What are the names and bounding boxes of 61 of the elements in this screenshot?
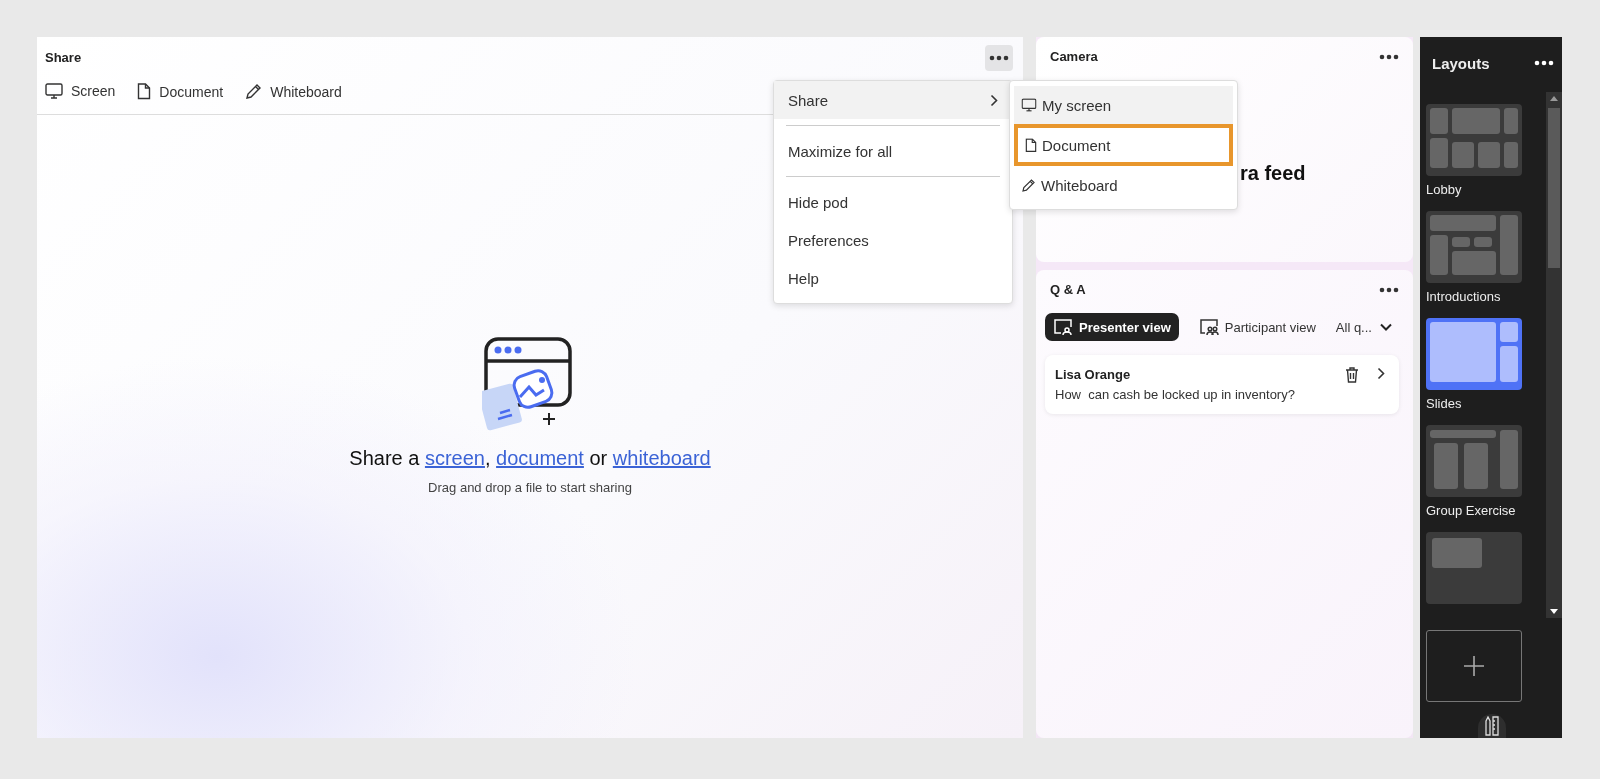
share-hint: Drag and drop a file to start sharing [428, 480, 632, 495]
share-link[interactable]: whiteboard [612, 447, 711, 469]
scroll-thumb[interactable] [1548, 108, 1560, 268]
scroll-up-icon[interactable] [1550, 96, 1558, 101]
more-icon[interactable] [1379, 286, 1399, 293]
pod-title: Share [45, 49, 82, 65]
plus-icon [1464, 656, 1484, 676]
trash-icon[interactable] [1345, 367, 1359, 383]
panel-title: Layouts [1432, 54, 1490, 72]
scrollbar[interactable] [1546, 92, 1562, 618]
layout-thumbnail[interactable] [1426, 318, 1522, 390]
layout-label: Group Exercise [1426, 503, 1517, 518]
menu-item[interactable]: Share [774, 81, 1012, 119]
submenu-item[interactable]: My screen [1014, 86, 1233, 124]
scroll-down-icon[interactable] [1550, 609, 1558, 614]
submenu-item[interactable]: Document [1014, 124, 1233, 166]
menu-item[interactable]: Preferences [774, 221, 1012, 259]
more-icon[interactable] [1379, 53, 1399, 60]
document-icon [1025, 137, 1037, 153]
view-tab[interactable]: Participant view [1190, 313, 1324, 341]
menu-item[interactable]: Help [774, 259, 1012, 297]
share-link[interactable]: screen [424, 447, 485, 469]
chevron-right-icon[interactable] [1377, 367, 1385, 380]
layout-thumbnail[interactable] [1426, 532, 1522, 604]
document-icon [137, 83, 152, 100]
submenu-item[interactable]: Whiteboard [1014, 166, 1233, 204]
pencil-icon [1021, 177, 1036, 193]
question-card[interactable]: Lisa Orange How can cash be locked up in inventory? [1045, 355, 1399, 414]
layout-thumbnail[interactable] [1426, 425, 1522, 497]
view-tab[interactable]: Presenter view [1045, 313, 1179, 341]
share-headline: Share a screen, document or whiteboard [349, 447, 711, 470]
more-button[interactable] [985, 45, 1013, 71]
layout-label: Introductions [1426, 289, 1502, 304]
question-text: How can cash be locked up in inventory? [1055, 387, 1296, 402]
camera-message: ra feed [1240, 162, 1306, 184]
presenter-icon [1053, 318, 1073, 336]
participants-icon [1198, 318, 1219, 336]
monitor-icon [45, 83, 63, 99]
share-tab[interactable]: Document [137, 81, 224, 102]
layout-thumbnail[interactable] [1426, 211, 1522, 283]
layout-label: Lobby [1426, 182, 1463, 197]
chevron-right-icon [990, 93, 998, 107]
more-icon[interactable] [989, 55, 1009, 61]
pencil-ruler-icon [1485, 716, 1499, 736]
chevron-down-icon [1379, 323, 1392, 331]
share-link[interactable]: document [496, 447, 584, 469]
share-tab[interactable]: Screen [45, 81, 116, 101]
pod-title: Camera [1050, 49, 1098, 64]
question-author: Lisa Orange [1055, 367, 1132, 382]
monitor-icon [1021, 98, 1037, 112]
pod-title: Q & A [1050, 282, 1086, 297]
share-tab[interactable]: Whiteboard [245, 81, 342, 102]
tools-button[interactable] [1478, 714, 1506, 738]
filter-dropdown[interactable]: All q... [1335, 319, 1392, 335]
more-icon[interactable] [1534, 60, 1554, 66]
pencil-icon [245, 83, 263, 100]
layout-label: Slides [1426, 396, 1463, 411]
menu-item[interactable]: Hide pod [774, 183, 1012, 221]
layout-thumbnail[interactable] [1426, 104, 1522, 176]
menu-item[interactable]: Maximize for all [774, 132, 1012, 170]
add-layout-button[interactable] [1426, 630, 1522, 702]
